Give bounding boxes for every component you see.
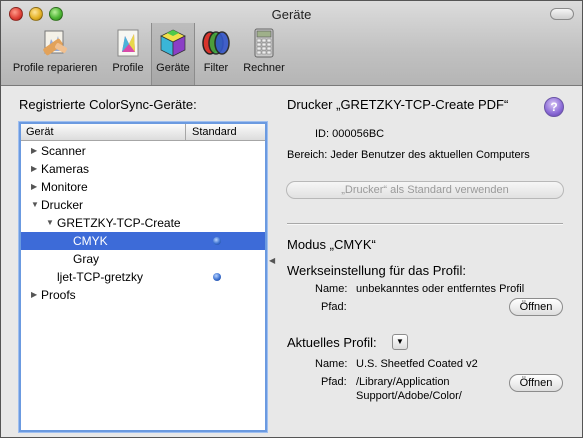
column-header-device[interactable]: Gerät [26,126,54,138]
devices-list-title: Registrierte ColorSync-Geräte: [19,97,197,112]
tree-row-monitors[interactable]: ▶ Monitore [21,178,265,196]
tree-row-label: GRETZKY-TCP-Create [57,216,181,230]
factory-path-label: Pfad: [321,301,347,313]
toolbar-calculator[interactable]: Rechner [239,27,289,74]
toolbar-label: Profile [112,62,144,74]
disclosure-triangle-icon[interactable]: ▶ [31,178,41,196]
devices-cube-icon [160,29,186,57]
disclosure-triangle-icon[interactable]: ▼ [46,214,56,232]
window: Geräte Profile reparieren Profile Geräte… [0,0,583,438]
factory-profile-heading: Werkseinstellung für das Profil: [287,263,466,278]
calculator-icon [254,28,274,58]
current-path-value-line2: Support/Adobe/Color/ [356,390,462,402]
set-default-button[interactable]: „Drucker“ als Standard verwenden [286,181,564,199]
toolbar-label: Rechner [243,62,285,74]
tree-row-ljet[interactable]: ljet-TCP-gretzky [21,268,265,286]
toolbar-toggle-button[interactable] [550,8,574,20]
tree-row-label: ljet-TCP-gretzky [57,270,144,284]
section-divider [287,223,563,225]
mode-heading: Modus „CMYK“ [287,237,376,252]
window-title: Geräte [271,7,312,22]
profile-icon [117,29,139,57]
table-header: Gerät Standard [21,124,265,141]
tree-row-scanner[interactable]: ▶ Scanner [21,142,265,160]
tree-row-gretzky[interactable]: ▼ GRETZKY-TCP-Create [21,214,265,232]
toolbar-profile-repair[interactable]: Profile reparieren [7,27,103,74]
current-profile-heading: Aktuelles Profil: [287,335,377,350]
tree-row-cameras[interactable]: ▶ Kameras [21,160,265,178]
tree-row-proofs[interactable]: ▶ Proofs [21,286,265,304]
column-header-standard[interactable]: Standard [192,126,237,138]
tree-row-label: Gray [73,252,100,266]
factory-name-label: Name: [315,283,348,295]
tree-row-printers[interactable]: ▼ Drucker [21,196,265,214]
current-open-button[interactable]: Öffnen [509,374,563,392]
toolbar-label: Geräte [156,62,190,74]
current-name-label: Name: [315,358,348,370]
title-bar: Geräte Profile reparieren Profile Geräte… [1,1,582,86]
factory-name-value: unbekanntes oder entferntes Profil [356,283,525,295]
disclosure-triangle-icon[interactable]: ▶ [31,160,41,178]
current-path-value-line1: /Library/Application [356,376,450,388]
toolbar-filter[interactable]: Filter [197,27,235,74]
tree-row-cmyk[interactable]: CMYK [21,232,265,250]
toolbar-label: Filter [203,62,229,74]
device-id: ID: 000056BC [315,128,385,140]
default-indicator-icon[interactable] [213,237,221,245]
tree-row-gray[interactable]: Gray [21,250,265,268]
disclosure-triangle-icon[interactable]: ▶ [31,142,41,160]
tree-row-label: Scanner [41,144,86,158]
toolbar-label: Profile reparieren [12,62,98,74]
help-button[interactable]: ? [544,97,564,117]
current-name-value: U.S. Sheetfed Coated v2 [356,358,478,370]
tree-row-label: Kameras [41,162,90,176]
disclosure-triangle-icon[interactable]: ▼ [31,196,41,214]
filter-icon [202,31,230,55]
column-divider [185,124,186,140]
repair-profile-icon [43,30,67,56]
toolbar: Profile reparieren Profile Geräte Filter… [1,23,582,85]
disclosure-triangle-icon[interactable]: ▶ [31,286,41,304]
current-path-label: Pfad: [321,376,347,388]
device-outline-view[interactable]: Gerät Standard ▶ Scanner ▶ Kameras ▶ Mon… [19,122,267,432]
toolbar-profile[interactable]: Profile [108,27,148,74]
default-indicator-icon[interactable] [213,273,221,281]
device-scope: Bereich: Jeder Benutzer des aktuellen Co… [287,149,530,161]
tree-row-label: Proofs [41,288,76,302]
split-view-handle[interactable]: ◀ [269,256,275,265]
tree-row-label: CMYK [73,234,108,248]
device-heading: Drucker „GRETZKY-TCP-Create PDF“ [287,97,509,112]
factory-open-button[interactable]: Öffnen [509,298,563,316]
tree-row-label: Drucker [41,198,84,212]
toolbar-devices[interactable]: Geräte [151,23,195,85]
tree-row-label: Monitore [41,180,88,194]
profile-popup-button[interactable]: ▼ [392,334,408,350]
